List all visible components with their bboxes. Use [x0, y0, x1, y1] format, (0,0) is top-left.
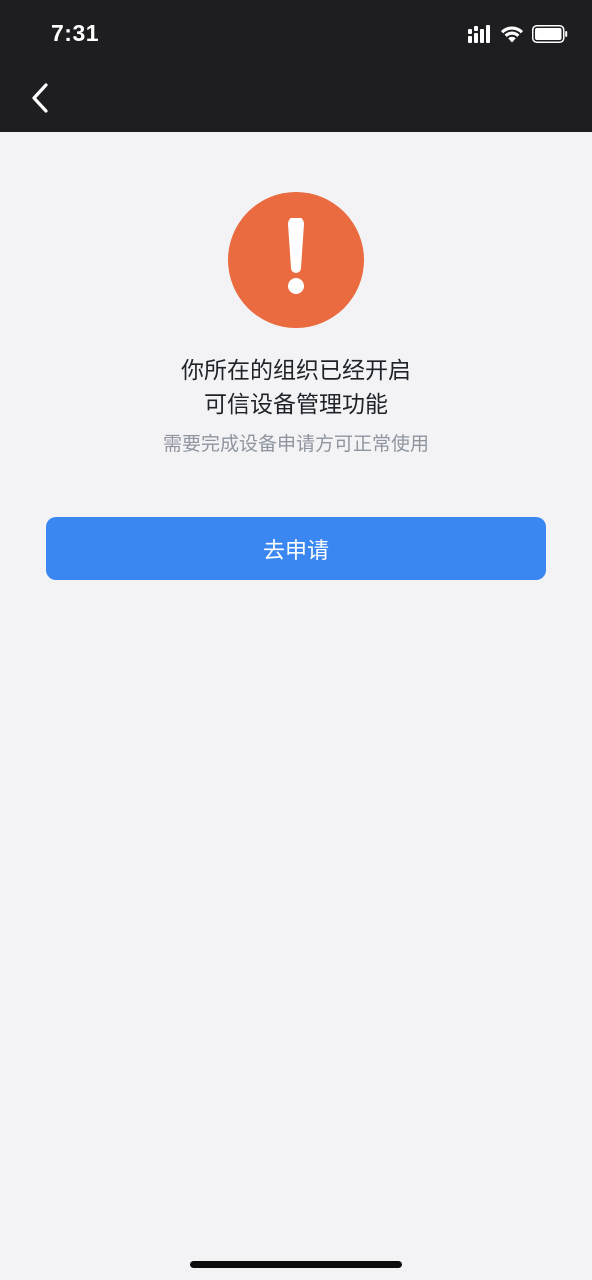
top-bar: 7:31 — [0, 0, 592, 132]
alert-title-line-2: 可信设备管理功能 — [204, 392, 388, 418]
alert-badge — [228, 192, 364, 328]
status-time: 7:31 — [51, 20, 100, 46]
signal-icon — [468, 25, 492, 47]
content: 你所在的组织已经开启 可信设备管理功能 需要完成设备申请方可正常使用 去申请 — [0, 132, 592, 1280]
alert-title-line-1: 你所在的组织已经开启 — [181, 358, 411, 384]
status-icons — [468, 24, 568, 48]
apply-button[interactable]: 去申请 — [46, 517, 546, 580]
alert-subtitle: 需要完成设备申请方可正常使用 — [162, 433, 429, 455]
battery-icon — [532, 25, 568, 47]
home-indicator — [190, 1261, 402, 1268]
back-button[interactable] — [22, 80, 58, 120]
wifi-icon — [500, 25, 524, 47]
exclamation-icon — [281, 216, 311, 302]
screen: 7:31 你所在的组织已经开启 可信设备管理功能 需要完成设备申请方可正常使用 … — [0, 0, 592, 1280]
chevron-left-icon — [30, 82, 50, 118]
